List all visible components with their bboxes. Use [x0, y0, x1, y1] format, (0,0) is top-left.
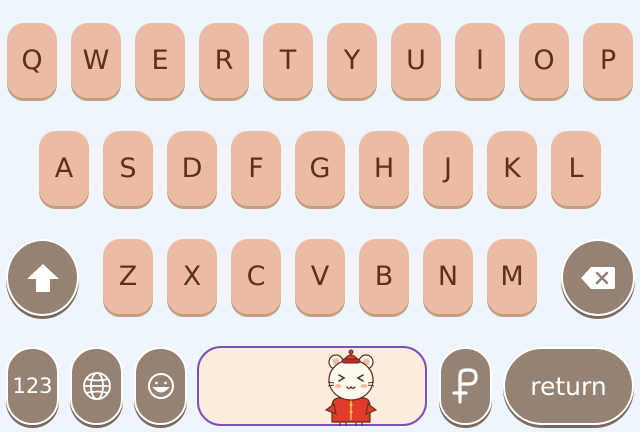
key-label: O	[533, 45, 555, 76]
globe-icon	[82, 372, 111, 400]
key-label: P	[599, 45, 617, 76]
key-p[interactable]: P	[583, 23, 633, 98]
key-label: L	[568, 153, 584, 184]
numbers-key[interactable]: 123	[6, 347, 59, 425]
p-clip-icon	[451, 368, 478, 404]
key-e[interactable]: E	[135, 23, 185, 98]
key-label: F	[248, 153, 264, 184]
key-c[interactable]: C	[231, 239, 281, 314]
key-label: N	[437, 261, 459, 292]
key-k[interactable]: K	[487, 131, 537, 206]
key-y[interactable]: Y	[327, 23, 377, 98]
key-label: C	[246, 261, 266, 292]
key-w[interactable]: W	[71, 23, 121, 98]
key-label: R	[214, 45, 234, 76]
key-label: Z	[118, 261, 138, 292]
key-s[interactable]: S	[103, 131, 153, 206]
key-r[interactable]: R	[199, 23, 249, 98]
shift-arrow-icon	[26, 263, 59, 292]
key-label: G	[309, 153, 331, 184]
numbers-key-label: 123	[12, 374, 53, 398]
key-label: B	[374, 261, 394, 292]
key-q[interactable]: Q	[7, 23, 57, 98]
globe-key[interactable]	[70, 347, 123, 425]
key-label: U	[406, 45, 426, 76]
key-label: T	[279, 45, 297, 76]
key-label: S	[119, 153, 137, 184]
smiley-face-icon	[147, 373, 174, 399]
key-label: M	[500, 261, 524, 292]
key-b[interactable]: B	[359, 239, 409, 314]
return-key[interactable]: return	[503, 347, 634, 425]
key-label: W	[82, 45, 110, 76]
key-h[interactable]: H	[359, 131, 409, 206]
key-x[interactable]: X	[167, 239, 217, 314]
key-label: I	[476, 45, 484, 76]
key-t[interactable]: T	[263, 23, 313, 98]
backspace-key[interactable]	[561, 239, 635, 316]
key-a[interactable]: A	[39, 131, 89, 206]
key-d[interactable]: D	[167, 131, 217, 206]
key-label: J	[444, 153, 452, 184]
key-f[interactable]: F	[231, 131, 281, 206]
key-label: X	[182, 261, 202, 292]
key-v[interactable]: V	[295, 239, 345, 314]
backspace-icon	[581, 266, 615, 289]
emoji-key[interactable]	[134, 347, 187, 425]
space-bar[interactable]	[197, 346, 427, 426]
key-m[interactable]: M	[487, 239, 537, 314]
key-i[interactable]: I	[455, 23, 505, 98]
key-label: E	[151, 45, 169, 76]
key-n[interactable]: N	[423, 239, 473, 314]
key-label: D	[181, 153, 203, 184]
key-label: K	[503, 153, 521, 184]
key-label: A	[54, 153, 74, 184]
key-u[interactable]: U	[391, 23, 441, 98]
key-o[interactable]: O	[519, 23, 569, 98]
keyboard: Q W E R T Y U I O P A S D F G H J K L Z …	[0, 0, 640, 432]
key-label: Q	[21, 45, 43, 76]
paste-key[interactable]	[439, 347, 492, 425]
key-label: Y	[343, 45, 361, 76]
key-l[interactable]: L	[551, 131, 601, 206]
shift-key[interactable]	[6, 239, 79, 316]
key-g[interactable]: G	[295, 131, 345, 206]
key-j[interactable]: J	[423, 131, 473, 206]
key-z[interactable]: Z	[103, 239, 153, 314]
key-label: V	[310, 261, 330, 292]
return-key-label: return	[530, 371, 607, 401]
key-label: H	[373, 153, 395, 184]
hamster-mascot-icon	[324, 349, 378, 426]
